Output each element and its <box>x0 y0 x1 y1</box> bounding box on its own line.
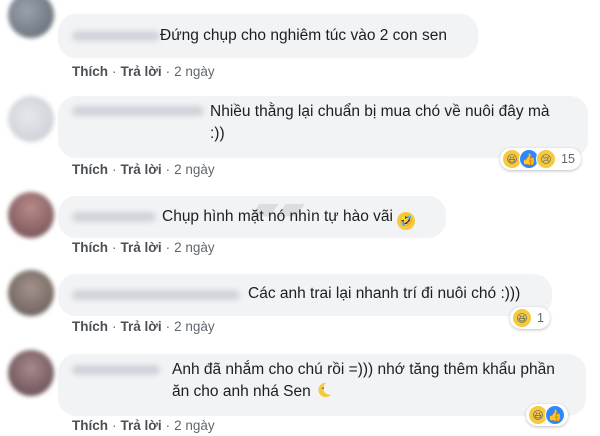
like-icon: 👍 <box>545 405 565 425</box>
comment-actions: Thích · Trả lời · 2 ngày <box>72 162 215 177</box>
timestamp[interactable]: 2 ngày <box>174 240 215 255</box>
comment-text: Đứng chụp cho nghiêm túc vào 2 con sen <box>160 27 447 44</box>
like-button[interactable]: Thích <box>72 319 108 334</box>
author-name-blurred[interactable] <box>72 290 240 300</box>
haha-icon: 😆 <box>512 308 532 328</box>
avatar[interactable] <box>8 96 54 142</box>
author-name-blurred[interactable] <box>72 31 160 41</box>
timestamp[interactable]: 2 ngày <box>174 64 215 79</box>
comment-actions: Thích · Trả lời · 2 ngày <box>72 240 215 255</box>
comment-bubble: Các anh trai lại nhanh trí đi nuôi chó :… <box>58 274 552 316</box>
avatar[interactable] <box>8 0 54 38</box>
comment-actions: Thích · Trả lời · 2 ngày <box>72 319 215 334</box>
reply-button[interactable]: Trả lời <box>121 162 162 177</box>
comment-bubble: Đứng chụp cho nghiêm túc vào 2 con sen <box>58 14 478 58</box>
author-name-blurred[interactable] <box>72 365 160 375</box>
timestamp[interactable]: 2 ngày <box>174 319 215 334</box>
comment-text: Nhiều thằng lại chuẩn bị mua chó về nuôi… <box>210 103 550 142</box>
reactions-summary[interactable]: 😆 👍 <box>526 404 568 426</box>
reaction-count: 15 <box>561 152 575 166</box>
reaction-count: 1 <box>537 311 544 325</box>
author-name-blurred[interactable] <box>72 106 204 116</box>
reactions-summary[interactable]: 😆 1 <box>510 307 550 329</box>
sad-icon: 😢 <box>536 149 556 169</box>
comment-bubble: Anh đã nhắm cho chú rồi =))) nhớ tăng th… <box>58 354 586 416</box>
reactions-summary[interactable]: 😆 👍 😢 15 <box>500 148 581 170</box>
reply-button[interactable]: Trả lời <box>121 240 162 255</box>
like-button[interactable]: Thích <box>72 240 108 255</box>
timestamp[interactable]: 2 ngày <box>174 418 215 433</box>
avatar[interactable] <box>8 270 54 316</box>
rofl-emoji-icon: 🤣 <box>396 212 415 230</box>
comment-actions: Thích · Trả lời · 2 ngày <box>72 418 215 433</box>
like-button[interactable]: Thích <box>72 162 108 177</box>
like-button[interactable]: Thích <box>72 418 108 433</box>
watermark-logo: ▰▰ <box>247 188 309 228</box>
comment-text: Anh đã nhắm cho chú rồi =))) nhớ tăng th… <box>172 361 555 400</box>
timestamp[interactable]: 2 ngày <box>174 162 215 177</box>
comment-text: Các anh trai lại nhanh trí đi nuôi chó :… <box>248 285 521 302</box>
crescent-moon-emoji-icon <box>318 382 331 398</box>
reply-button[interactable]: Trả lời <box>121 418 162 433</box>
reply-button[interactable]: Trả lời <box>121 319 162 334</box>
avatar[interactable] <box>8 192 54 238</box>
comment-actions: Thích · Trả lời · 2 ngày <box>72 64 215 79</box>
like-button[interactable]: Thích <box>72 64 108 79</box>
avatar[interactable] <box>8 350 54 396</box>
reply-button[interactable]: Trả lời <box>121 64 162 79</box>
author-name-blurred[interactable] <box>72 212 156 222</box>
